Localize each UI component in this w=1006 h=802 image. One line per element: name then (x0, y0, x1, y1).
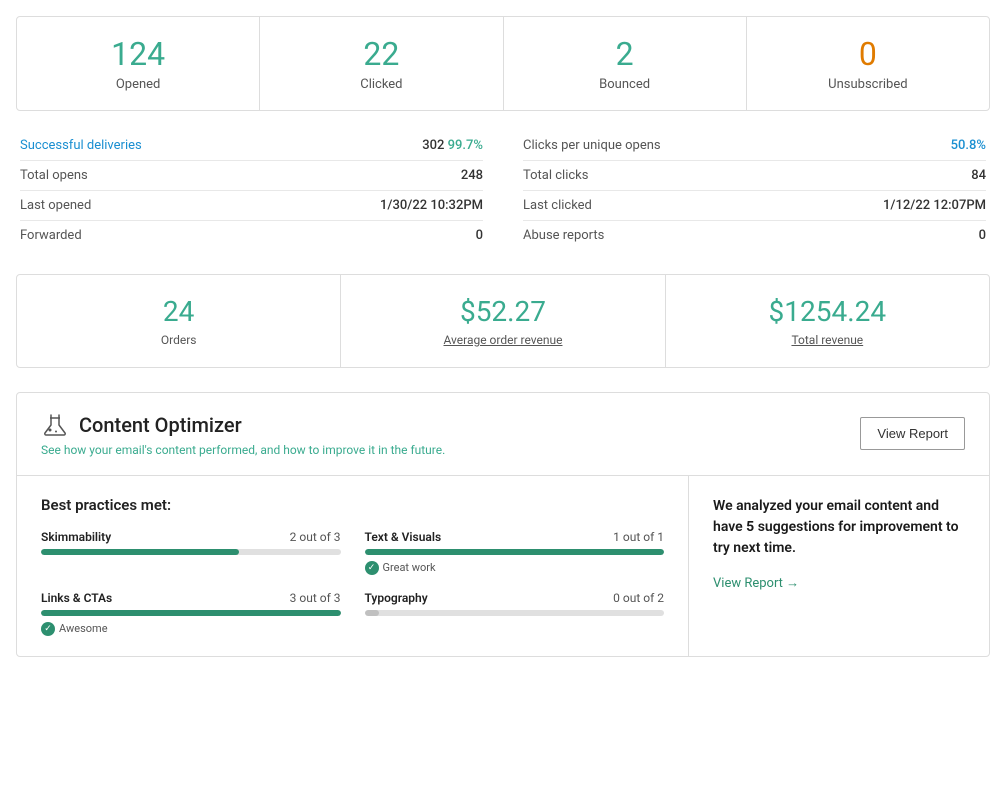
practice-links-ctas-name: Links & CTAs (41, 591, 112, 605)
optimizer-title-row: Content Optimizer (41, 411, 445, 439)
stat-opened-number: 124 (27, 35, 249, 73)
stat-clicked-number: 22 (270, 35, 492, 73)
stat-unsubscribed-label: Unsubscribed (757, 77, 979, 92)
practice-skimmability-header: Skimmability 2 out of 3 (41, 530, 341, 544)
optimizer-body: Best practices met: Skimmability 2 out o… (17, 476, 989, 656)
practice-text-visuals-bar-fill (365, 549, 665, 555)
practice-text-visuals-score: 1 out of 1 (613, 530, 664, 544)
stat-opened-label: Opened (27, 77, 249, 92)
details-section: Successful deliveries 302 99.7% Total op… (16, 131, 990, 250)
optimizer-header: Content Optimizer See how your email's c… (17, 393, 989, 476)
detail-label-forwarded: Forwarded (20, 228, 82, 243)
detail-total-opens: Total opens 248 (20, 161, 483, 191)
practice-text-visuals-badge: ✓ Great work (365, 561, 665, 575)
practice-text-visuals-bar-bg (365, 549, 665, 555)
detail-value-total-opens: 248 (461, 168, 483, 183)
detail-label-last-clicked: Last clicked (523, 198, 592, 213)
detail-total-clicks: Total clicks 84 (523, 161, 986, 191)
detail-forwarded: Forwarded 0 (20, 221, 483, 250)
flask-icon (41, 411, 69, 439)
practice-links-ctas: Links & CTAs 3 out of 3 ✓ Awesome (41, 591, 341, 636)
details-right-col: Clicks per unique opens 50.8% Total clic… (523, 131, 986, 250)
detail-label-successful: Successful deliveries (20, 138, 142, 153)
stat-unsubscribed-number: 0 (757, 35, 979, 73)
practice-text-visuals-badge-label: Great work (383, 561, 436, 574)
revenue-orders: 24 Orders (17, 275, 341, 367)
detail-value-last-clicked: 1/12/22 12:07PM (883, 198, 986, 213)
detail-label-abuse: Abuse reports (523, 228, 604, 243)
practice-links-ctas-badge: ✓ Awesome (41, 622, 341, 636)
practice-links-ctas-header: Links & CTAs 3 out of 3 (41, 591, 341, 605)
revenue-total-label: Total revenue (676, 333, 979, 347)
practice-typography-score: 0 out of 2 (613, 591, 664, 605)
check-circle-icon-2: ✓ (41, 622, 55, 636)
practices-column: Best practices met: Skimmability 2 out o… (17, 476, 689, 656)
practices-title: Best practices met: (41, 496, 664, 514)
stat-unsubscribed: 0 Unsubscribed (747, 17, 989, 110)
practice-text-visuals-header: Text & Visuals 1 out of 1 (365, 530, 665, 544)
page-wrapper: 124 Opened 22 Clicked 2 Bounced 0 Unsubs… (0, 0, 1006, 673)
revenue-total-number: $1254.24 (676, 295, 979, 329)
practice-skimmability-bar-fill (41, 549, 239, 555)
stat-bounced: 2 Bounced (504, 17, 747, 110)
stat-bounced-number: 2 (514, 35, 736, 73)
practice-typography: Typography 0 out of 2 (365, 591, 665, 636)
optimizer-title-group: Content Optimizer See how your email's c… (41, 411, 445, 457)
suggestions-text: We analyzed your email content and have … (713, 496, 965, 559)
optimizer-title-text: Content Optimizer (79, 413, 242, 437)
detail-last-clicked: Last clicked 1/12/22 12:07PM (523, 191, 986, 221)
content-optimizer-section: Content Optimizer See how your email's c… (16, 392, 990, 657)
practice-links-ctas-score: 3 out of 3 (290, 591, 341, 605)
practice-skimmability-bar-bg (41, 549, 341, 555)
detail-successful-deliveries: Successful deliveries 302 99.7% (20, 131, 483, 161)
detail-clicks-per-open: Clicks per unique opens 50.8% (523, 131, 986, 161)
detail-value-last-opened: 1/30/22 10:32PM (380, 198, 483, 213)
detail-last-opened: Last opened 1/30/22 10:32PM (20, 191, 483, 221)
stat-clicked-label: Clicked (270, 77, 492, 92)
suggestions-count: 5 (746, 519, 754, 535)
stat-clicked: 22 Clicked (260, 17, 503, 110)
revenue-orders-label: Orders (27, 333, 330, 347)
detail-label-clicks-per-open: Clicks per unique opens (523, 138, 661, 153)
stat-bounced-label: Bounced (514, 77, 736, 92)
practice-links-ctas-bar-fill (41, 610, 341, 616)
practice-skimmability-score: 2 out of 3 (290, 530, 341, 544)
detail-label-total-clicks: Total clicks (523, 168, 588, 183)
stats-row: 124 Opened 22 Clicked 2 Bounced 0 Unsubs… (16, 16, 990, 111)
view-report-button[interactable]: View Report (860, 417, 965, 450)
practice-skimmability: Skimmability 2 out of 3 (41, 530, 341, 575)
practice-typography-bar-fill (365, 610, 380, 616)
practice-typography-bar-bg (365, 610, 665, 616)
revenue-total: $1254.24 Total revenue (666, 275, 989, 367)
detail-value-abuse: 0 (979, 228, 986, 243)
revenue-avg-label: Average order revenue (351, 333, 654, 347)
detail-value-successful: 302 99.7% (422, 138, 483, 153)
revenue-row: 24 Orders $52.27 Average order revenue $… (16, 274, 990, 368)
stat-opened: 124 Opened (17, 17, 260, 110)
revenue-orders-number: 24 (27, 295, 330, 329)
practice-text-visuals: Text & Visuals 1 out of 1 ✓ Great work (365, 530, 665, 575)
practice-text-visuals-name: Text & Visuals (365, 530, 442, 544)
detail-value-forwarded: 0 (476, 228, 483, 243)
details-left-col: Successful deliveries 302 99.7% Total op… (20, 131, 483, 250)
check-circle-icon: ✓ (365, 561, 379, 575)
practice-typography-header: Typography 0 out of 2 (365, 591, 665, 605)
detail-abuse-reports: Abuse reports 0 (523, 221, 986, 250)
revenue-avg-order: $52.27 Average order revenue (341, 275, 665, 367)
practices-grid: Skimmability 2 out of 3 Text & Visuals 1… (41, 530, 664, 636)
revenue-avg-number: $52.27 (351, 295, 654, 329)
practice-skimmability-name: Skimmability (41, 530, 111, 544)
detail-value-total-clicks: 84 (971, 168, 986, 183)
view-report-link[interactable]: View Report → (713, 575, 965, 591)
detail-value-clicks-per-open: 50.8% (951, 138, 986, 153)
detail-label-last-opened: Last opened (20, 198, 91, 213)
practice-links-ctas-bar-bg (41, 610, 341, 616)
practice-typography-name: Typography (365, 591, 428, 605)
detail-label-total-opens: Total opens (20, 168, 88, 183)
optimizer-subtitle: See how your email's content performed, … (41, 443, 445, 457)
suggestions-column: We analyzed your email content and have … (689, 476, 989, 656)
practice-links-ctas-badge-label: Awesome (59, 622, 108, 635)
